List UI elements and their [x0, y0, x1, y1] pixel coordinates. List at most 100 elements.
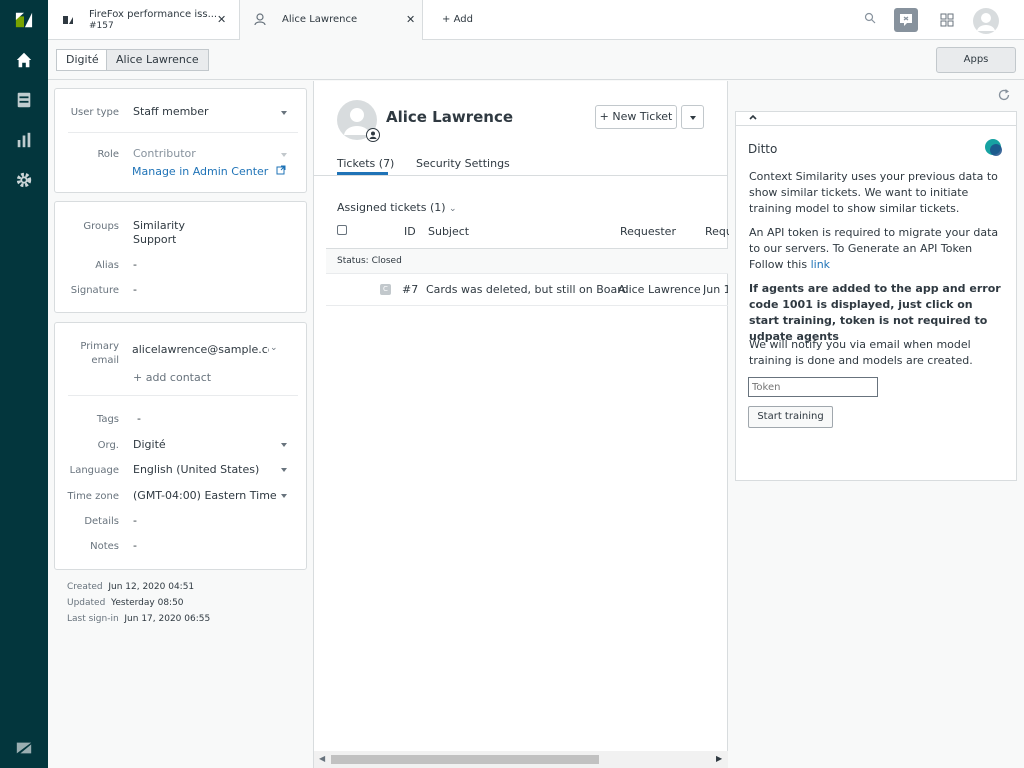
created-meta: Created Jun 12, 2020 04:51	[67, 582, 195, 592]
collapse-icon[interactable]	[748, 112, 758, 125]
breadcrumb-user[interactable]: Alice Lawrence	[106, 49, 209, 71]
timezone-select[interactable]: (GMT-04:00) Eastern Time (...	[133, 489, 277, 502]
add-tab-button[interactable]: + Add	[442, 14, 473, 25]
group-support: Support	[133, 233, 177, 246]
intro-paragraph: Context Similarity uses your previous da…	[749, 170, 998, 215]
new-ticket-button[interactable]: + New Ticket	[595, 105, 677, 129]
ticket-requested: Jun 1	[703, 283, 728, 296]
new-ticket-menu-button[interactable]	[681, 105, 704, 129]
user-type-card: User type Staff member Role Contributor …	[54, 88, 307, 193]
groups-label: Groups	[83, 221, 119, 232]
start-training-button[interactable]: Start training	[748, 406, 833, 428]
token-input[interactable]	[748, 377, 878, 397]
add-contact-link[interactable]: + add contact	[133, 371, 211, 384]
user-type-label: User type	[70, 107, 119, 118]
user-icon	[254, 13, 266, 29]
user-profile-panel: Alice Lawrence + New Ticket Tickets (7) …	[313, 81, 733, 768]
ticket-subject[interactable]: Cards was deleted, but still on Board	[426, 283, 629, 296]
ticket-id: #7	[402, 283, 419, 296]
tab-tickets[interactable]: Tickets (7)	[337, 157, 394, 170]
user-type-select[interactable]: Staff member	[133, 105, 283, 118]
plus-icon: +	[442, 14, 451, 25]
chevron-down-icon	[281, 494, 287, 498]
tab-alice-lawrence[interactable]: Alice Lawrence ✕	[239, 0, 423, 40]
language-select[interactable]: English (United States)	[133, 463, 259, 476]
ditto-app: Ditto Context Similarity uses your previ…	[735, 111, 1017, 481]
tab-title: FireFox performance iss...	[89, 9, 218, 20]
admin-gear-icon[interactable]	[14, 170, 34, 190]
views-icon[interactable]	[14, 90, 34, 110]
home-icon[interactable]	[14, 50, 34, 70]
ditto-logo-icon	[984, 138, 1004, 158]
breadcrumb: Digité Alice Lawrence Apps	[48, 40, 1024, 80]
column-subject[interactable]: Subject	[428, 225, 469, 238]
ticket-tab-icon	[62, 14, 74, 29]
search-icon[interactable]	[864, 12, 876, 27]
column-id[interactable]: ID	[404, 225, 416, 238]
updated-meta: Updated Yesterday 08:50	[67, 598, 184, 608]
zendesk-z-icon	[14, 738, 34, 758]
tags-label: Tags	[96, 414, 119, 425]
breadcrumb-org[interactable]: Digité	[56, 49, 109, 71]
conversations-icon[interactable]	[894, 8, 918, 32]
external-link-icon	[276, 165, 286, 178]
app-title: Ditto	[748, 142, 778, 156]
refresh-icon[interactable]	[997, 88, 1011, 105]
tab-security-settings[interactable]: Security Settings	[416, 157, 510, 170]
apps-button[interactable]: Apps	[936, 47, 1016, 73]
user-status-icon	[366, 128, 380, 142]
primary-nav	[0, 0, 48, 768]
tab-title: Alice Lawrence	[282, 14, 358, 25]
primary-email-label-2: email	[91, 355, 119, 366]
org-select[interactable]: Digité	[133, 438, 166, 451]
role-select: Contributor	[133, 147, 196, 160]
close-icon[interactable]: ✕	[217, 13, 226, 26]
table-row[interactable]: C #7 Cards was deleted, but still on Boa…	[326, 274, 728, 306]
warning-paragraph: If agents are added to the app and error…	[749, 282, 1001, 343]
email-field[interactable]: alicelawrence@sample.com	[132, 343, 269, 356]
scrollbar-thumb[interactable]	[331, 755, 599, 764]
tab-ticket-157[interactable]: FireFox performance iss... #157 ✕	[48, 0, 239, 40]
reporting-icon[interactable]	[14, 130, 34, 150]
assigned-tickets-toggle[interactable]: Assigned tickets (1) ⌄	[337, 201, 457, 214]
chevron-down-icon	[690, 116, 696, 120]
tab-subtitle: #157	[89, 21, 114, 31]
details-label: Details	[84, 516, 119, 527]
tab-bar: FireFox performance iss... #157 ✕ Alice …	[48, 0, 1024, 40]
org-label: Org.	[97, 440, 119, 451]
timezone-label: Time zone	[67, 491, 119, 502]
user-name: Alice Lawrence	[386, 108, 514, 126]
ticket-requester: Alice Lawrence	[618, 283, 701, 296]
scroll-right-icon[interactable]: ▶	[716, 754, 722, 763]
primary-email-label: Primary	[80, 341, 119, 352]
alias-label: Alias	[95, 260, 119, 271]
groups-card: Groups Similarity Support Alias - Signat…	[54, 201, 307, 313]
scroll-left-icon[interactable]: ◀	[319, 754, 325, 763]
notes-label: Notes	[90, 541, 119, 552]
details-field[interactable]: -	[133, 514, 137, 527]
select-all-checkbox[interactable]	[337, 225, 347, 235]
last-signin-meta: Last sign-in Jun 17, 2020 06:55	[67, 614, 211, 624]
signature-field[interactable]: -	[133, 283, 137, 296]
chevron-down-icon: ⌄	[449, 204, 457, 214]
horizontal-scrollbar[interactable]: ◀ ▶	[314, 751, 728, 768]
notify-paragraph: We will notify you via email when model …	[749, 338, 973, 367]
token-link[interactable]: link	[811, 258, 830, 271]
tags-field[interactable]: -	[137, 412, 141, 425]
close-icon[interactable]: ✕	[406, 13, 415, 26]
product-tray-icon[interactable]	[940, 13, 954, 30]
group-row: Status: Closed	[326, 248, 728, 274]
manage-admin-center-link[interactable]: Manage in Admin Center	[132, 165, 286, 178]
chevron-down-icon	[281, 153, 287, 157]
column-requester[interactable]: Requester	[620, 225, 676, 238]
chevron-down-icon	[281, 111, 287, 115]
avatar[interactable]	[973, 8, 999, 34]
chevron-down-icon[interactable]: ⌄	[270, 343, 278, 353]
zendesk-logo-icon[interactable]	[14, 10, 34, 30]
notes-field[interactable]: -	[133, 539, 137, 552]
signature-label: Signature	[70, 285, 119, 296]
language-label: Language	[69, 465, 119, 476]
contact-card: Primary email alicelawrence@sample.com ⌄…	[54, 322, 307, 570]
status-badge: C	[380, 284, 391, 295]
alias-field[interactable]: -	[133, 258, 137, 271]
